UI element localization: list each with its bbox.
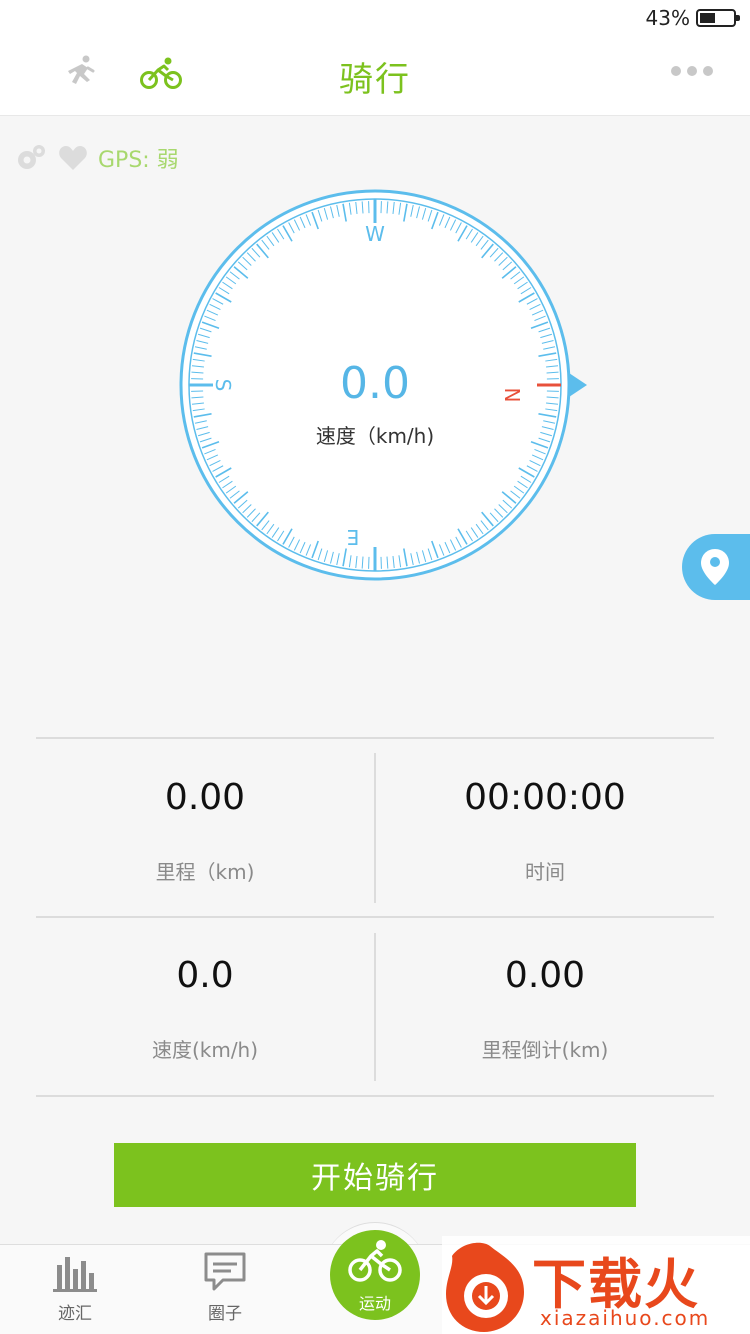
compass-direction-e: E xyxy=(347,525,360,549)
header: 骑行 xyxy=(0,40,750,116)
bar-chart-icon xyxy=(53,1257,97,1292)
status-bar: 43% xyxy=(0,0,750,40)
gear-icon[interactable] xyxy=(14,141,48,175)
start-ride-button[interactable]: 开始骑行 xyxy=(114,1143,636,1207)
stat-distance: 0.00 里程（km) xyxy=(36,777,374,885)
tab-circle[interactable]: 圈子 xyxy=(170,1251,280,1324)
location-button[interactable] xyxy=(682,534,750,600)
compass-direction-w: W xyxy=(365,222,385,246)
current-speed-value: 0.0 xyxy=(340,358,410,409)
tab-sport[interactable]: 运动 xyxy=(330,1230,420,1320)
chat-icon xyxy=(204,1252,246,1291)
tab-label: 运动 xyxy=(358,1294,391,1313)
watermark-subtitle: xiazaihuo.com xyxy=(540,1306,711,1330)
tab-label: 圈子 xyxy=(208,1304,242,1324)
stat-label: 里程倒计(km) xyxy=(481,1038,609,1062)
stat-value: 0.00 xyxy=(504,955,586,996)
bike-icon xyxy=(348,1240,402,1282)
stat-value: 0.0 xyxy=(176,955,234,996)
gps-signal-label: GPS: 弱 xyxy=(98,148,179,173)
location-pin-icon xyxy=(701,549,729,585)
current-speed-label: 速度（km/h) xyxy=(315,424,435,448)
tab-label: 迹汇 xyxy=(58,1304,92,1324)
stat-label: 里程（km) xyxy=(155,860,255,884)
stat-value: 0.00 xyxy=(164,777,246,818)
heart-icon[interactable] xyxy=(58,144,88,172)
stat-time: 00:00:00 时间 xyxy=(376,777,714,885)
stat-distance-countdown[interactable]: 0.00 里程倒计(km) xyxy=(376,955,714,1063)
divider xyxy=(36,916,714,918)
stat-label: 时间 xyxy=(525,860,565,884)
stat-speed: 0.0 速度(km/h) xyxy=(36,955,374,1063)
stat-label: 速度(km/h) xyxy=(151,1038,259,1062)
battery-icon xyxy=(696,9,740,27)
stat-value: 00:00:00 xyxy=(464,777,626,818)
gps-status-row: GPS: 弱 xyxy=(14,140,179,176)
tab-trail-summary[interactable]: 迹汇 xyxy=(20,1251,130,1324)
page-title: 骑行 xyxy=(339,60,411,100)
stats-grid: 0.00 里程（km) 00:00:00 时间 0.0 速度(km/h) 0.0… xyxy=(36,737,714,1099)
more-icon[interactable] xyxy=(670,64,714,78)
battery-percentage: 43% xyxy=(645,6,690,30)
divider xyxy=(36,737,714,739)
divider xyxy=(36,1095,714,1097)
